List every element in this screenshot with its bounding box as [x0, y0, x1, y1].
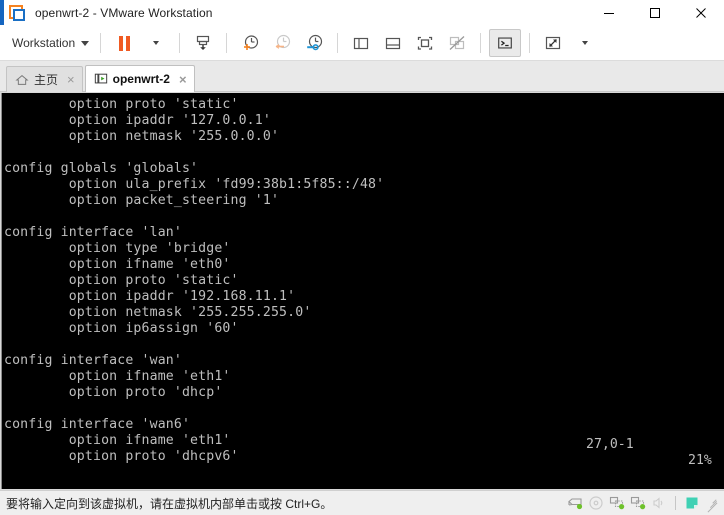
snapshot-manager-icon: [307, 34, 323, 51]
terminal-line: option packet_steering '1': [4, 193, 280, 208]
stretch-view-button[interactable]: [538, 30, 568, 56]
status-bar-message: 要将输入定向到该虚拟机，请在虚拟机内部单击或按 Ctrl+G。: [6, 496, 333, 511]
unity-disabled-icon: [449, 36, 465, 50]
close-icon[interactable]: [678, 0, 724, 25]
usb-device-icon[interactable]: [683, 494, 701, 512]
stretch-dropdown[interactable]: [570, 30, 600, 56]
network-adapter-1-icon[interactable]: [608, 494, 626, 512]
toolbar-separator: [480, 33, 482, 53]
terminal-line: option ula_prefix 'fd99:38b1:5f85::/48': [4, 177, 385, 192]
send-ctrl-alt-del-button[interactable]: [188, 30, 218, 56]
chevron-down-icon: [81, 40, 90, 46]
terminal-line: option proto 'dhcp': [4, 385, 223, 400]
terminal-line: option ifname 'eth1': [4, 369, 231, 384]
toolbar-separator: [226, 33, 228, 53]
toolbar-separator: [100, 33, 102, 53]
panel-bottom-icon: [386, 37, 401, 50]
status-bar-device-icons: [566, 491, 722, 515]
tab-openwrt-2-close-icon[interactable]: ×: [179, 73, 187, 86]
window-controls: [586, 0, 724, 25]
terminal-line: option ipaddr '192.168.11.1': [4, 289, 296, 304]
terminal-line: config globals 'globals': [4, 161, 199, 176]
toolbar-separator: [337, 33, 339, 53]
workstation-menu-label: Workstation: [12, 36, 76, 50]
vim-cursor-position: 27,0-1: [586, 437, 634, 452]
unity-mode-button[interactable]: [442, 30, 472, 56]
pause-vm-button[interactable]: [109, 30, 139, 56]
chevron-down-icon: [153, 41, 160, 45]
main-toolbar: Workstation: [0, 26, 724, 61]
snapshot-add-icon: [244, 35, 259, 50]
hard-disk-icon[interactable]: [566, 494, 584, 512]
title-accent-stripe: [0, 0, 4, 25]
maximize-icon[interactable]: [632, 0, 678, 25]
snapshot-manager-button[interactable]: [299, 30, 329, 56]
window-title: openwrt-2 - VMware Workstation: [35, 5, 213, 20]
vmware-workstation-window: openwrt-2 - VMware Workstation Workstati…: [0, 0, 724, 515]
vmware-logo-icon: [9, 4, 25, 21]
terminal-line: option ifname 'eth0': [4, 257, 231, 272]
terminal-prompt-icon: [498, 37, 513, 49]
fullscreen-icon: [417, 36, 433, 50]
take-snapshot-button[interactable]: [235, 30, 265, 56]
terminal-line: config interface 'wan': [4, 353, 182, 368]
vm-display-area[interactable]: option proto 'static' option ipaddr '127…: [0, 92, 724, 490]
revert-snapshot-button[interactable]: [267, 30, 297, 56]
terminal-line: option netmask '255.0.0.0': [4, 129, 280, 144]
status-bar-separator: [675, 496, 676, 510]
vim-scroll-percent: 21%: [688, 453, 712, 468]
pause-dropdown[interactable]: [141, 30, 171, 56]
keyboard-send-icon: [197, 35, 210, 50]
vim-status-line: 27,0-1 21%: [2, 421, 724, 485]
snapshot-revert-icon: [275, 34, 291, 49]
status-bar: 要将输入定向到该虚拟机，请在虚拟机内部单击或按 Ctrl+G。: [0, 490, 724, 515]
tab-openwrt-2[interactable]: openwrt-2 ×: [84, 65, 195, 92]
workstation-menu-button[interactable]: Workstation: [8, 33, 93, 53]
toolbar-separator: [529, 33, 531, 53]
vm-running-icon: [94, 73, 107, 84]
vm-console-screen[interactable]: option proto 'static' option ipaddr '127…: [1, 93, 724, 489]
cd-dvd-icon[interactable]: [587, 494, 605, 512]
sound-card-icon[interactable]: [650, 494, 668, 512]
chevron-down-icon: [582, 41, 589, 45]
home-icon: [15, 74, 29, 85]
network-adapter-2-icon[interactable]: [629, 494, 647, 512]
console-view-button[interactable]: [489, 29, 522, 57]
tab-home-label: 主页: [34, 73, 59, 87]
show-library-button[interactable]: [346, 30, 376, 56]
terminal-line: option proto 'static': [4, 97, 239, 112]
panel-left-icon: [354, 37, 369, 50]
terminal-line: option netmask '255.255.255.0': [4, 305, 312, 320]
tab-home-close-icon[interactable]: ×: [67, 73, 75, 86]
resize-grip-icon[interactable]: [706, 496, 720, 513]
minimize-icon[interactable]: [586, 0, 632, 25]
title-bar: openwrt-2 - VMware Workstation: [0, 0, 724, 26]
terminal-line: config interface 'lan': [4, 225, 182, 240]
pause-icon: [118, 35, 130, 51]
terminal-line: option type 'bridge': [4, 241, 231, 256]
fullscreen-button[interactable]: [410, 30, 440, 56]
toolbar-separator: [179, 33, 181, 53]
terminal-line: option ip6assign '60': [4, 321, 239, 336]
stretch-arrows-icon: [546, 36, 561, 50]
show-thumbnail-bar-button[interactable]: [378, 30, 408, 56]
tab-openwrt-2-label: openwrt-2: [112, 72, 170, 86]
tab-home[interactable]: 主页 ×: [6, 66, 83, 92]
tab-bar: 主页 × openwrt-2 ×: [0, 61, 724, 92]
terminal-line: option proto 'static': [4, 273, 239, 288]
terminal-line: option ipaddr '127.0.0.1': [4, 113, 271, 128]
